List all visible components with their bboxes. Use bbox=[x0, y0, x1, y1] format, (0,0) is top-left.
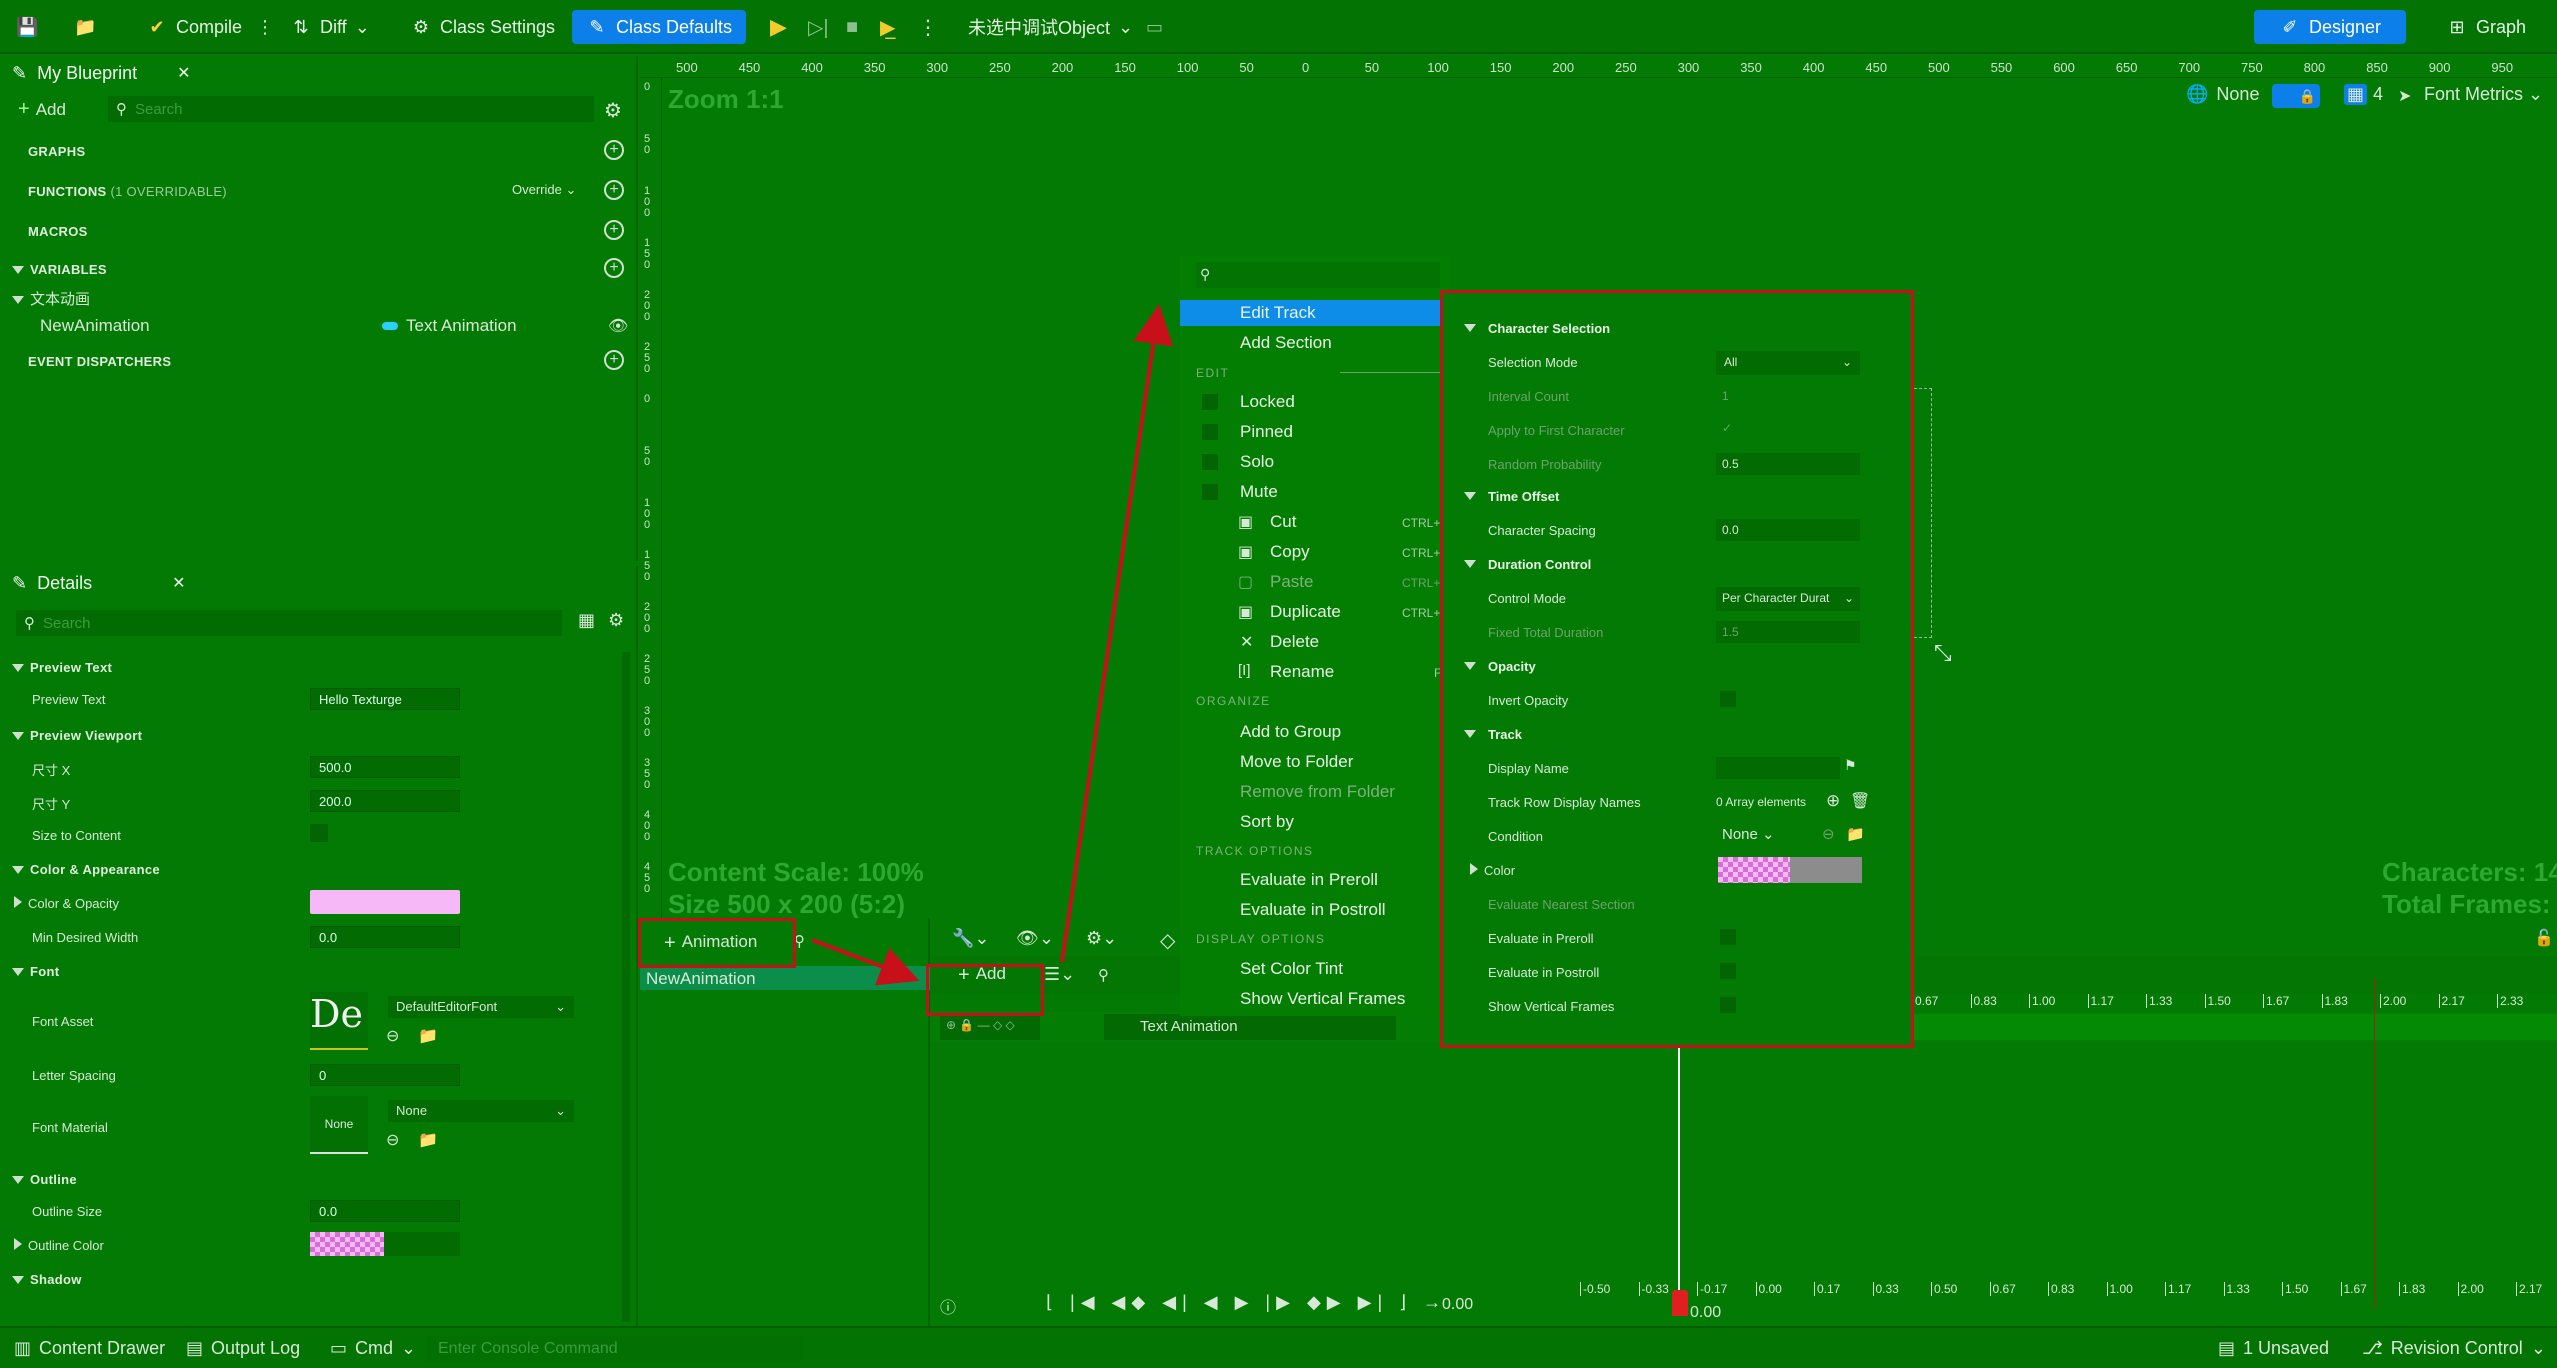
arrow-to-menu bbox=[1060, 304, 1174, 963]
terminal-icon: ▭ bbox=[330, 1338, 348, 1358]
unsaved-button[interactable]: ▤ 1 Unsaved bbox=[2218, 1338, 2329, 1359]
revision-icon: ⎇ bbox=[2362, 1338, 2383, 1358]
output-log-button[interactable]: ▤ Output Log bbox=[186, 1338, 300, 1359]
log-icon: ▤ bbox=[186, 1338, 204, 1358]
console-input[interactable]: Enter Console Command bbox=[426, 1336, 802, 1362]
save-icon: ▤ bbox=[2218, 1338, 2236, 1358]
status-bar: ▥ Content Drawer ▤ Output Log ▭ Cmd ⌄ Enter… bbox=[0, 1326, 2557, 1368]
arrow-to-add bbox=[811, 938, 920, 986]
revision-control-button[interactable]: ⎇ Revision Control ⌄ bbox=[2362, 1338, 2546, 1359]
drawer-icon: ▥ bbox=[14, 1338, 32, 1358]
annotation-arrows bbox=[811, 304, 1174, 986]
cmd-dropdown[interactable]: ▭ Cmd ⌄ bbox=[330, 1338, 416, 1359]
content-drawer-button[interactable]: ▥ Content Drawer bbox=[14, 1338, 165, 1359]
